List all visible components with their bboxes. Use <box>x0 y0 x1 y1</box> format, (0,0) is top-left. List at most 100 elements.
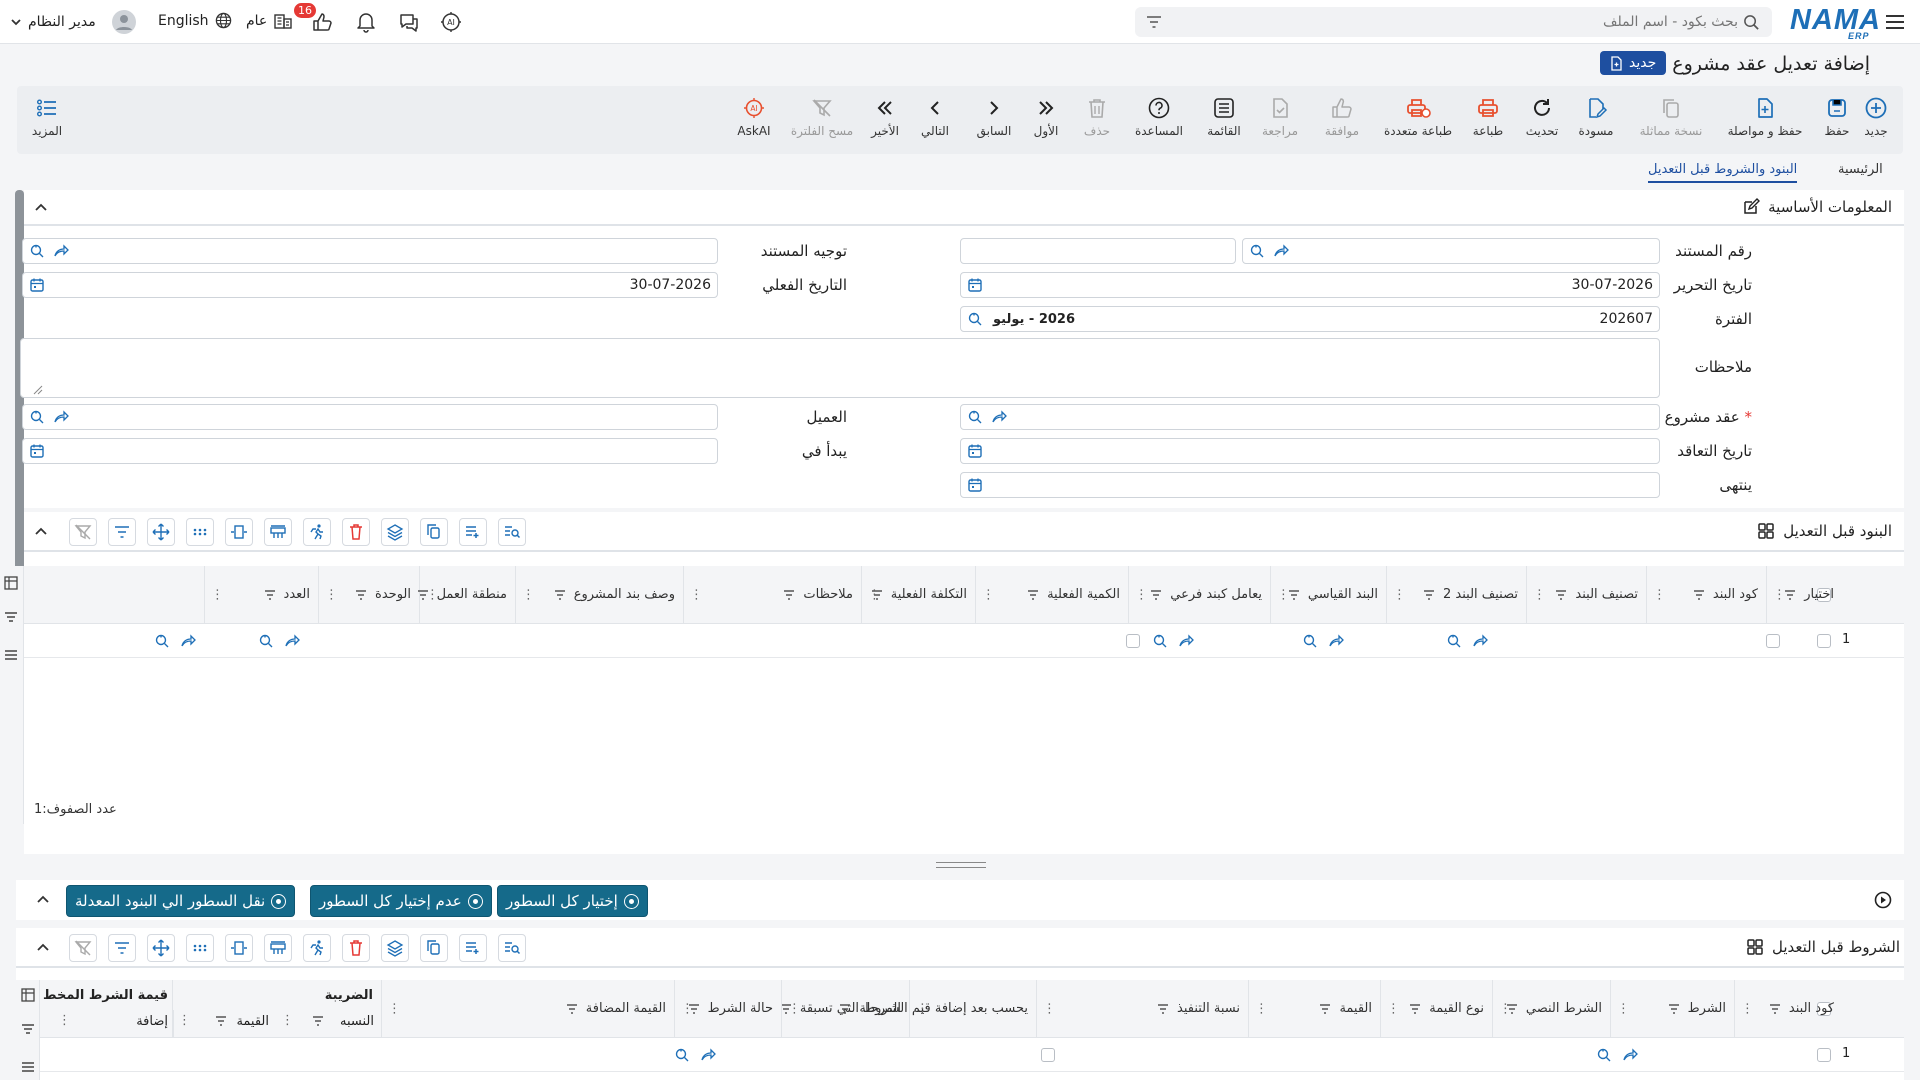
filter-lines-button[interactable] <box>108 934 136 962</box>
menu-lines-icon[interactable] <box>21 1060 35 1074</box>
column-menu-icon[interactable]: ⋮ <box>325 587 338 602</box>
search-plus-icon[interactable] <box>29 243 45 259</box>
last-record-button[interactable]: الأخير <box>863 86 907 154</box>
layers-button[interactable] <box>381 518 409 546</box>
column-menu-icon[interactable]: ⋮ <box>1499 1001 1512 1016</box>
column-menu-icon[interactable]: ⋮ <box>1393 587 1406 602</box>
filter-icon[interactable] <box>1784 589 1796 600</box>
items-column-7[interactable]: التكلفة الفعلية ⋮ <box>861 566 975 623</box>
doc-number-extra-field[interactable] <box>960 238 1236 264</box>
column-menu-icon[interactable]: ⋮ <box>58 1013 71 1028</box>
save-button[interactable]: حفظ <box>1817 86 1857 154</box>
user-menu[interactable]: مدير النظام <box>10 10 136 34</box>
filter-icon[interactable] <box>1157 1003 1169 1014</box>
table-insert-button[interactable] <box>264 518 292 546</box>
search-list-button[interactable] <box>498 518 526 546</box>
ask-ai-button[interactable]: AI AskAI <box>729 86 779 154</box>
doc-number-field[interactable] <box>1242 238 1660 264</box>
edit-date-field[interactable]: 30-07-2026 <box>960 272 1660 298</box>
move-lines-button[interactable]: نقل السطور الي البنود المعدلة <box>66 885 296 917</box>
filter-lines-icon[interactable] <box>1145 14 1163 30</box>
approve-button[interactable]: موافقة <box>1312 86 1372 154</box>
share-arrow-icon[interactable] <box>1328 633 1344 649</box>
column-menu-icon[interactable]: ⋮ <box>1135 587 1148 602</box>
duplicate-button[interactable]: نسخة مماثلة <box>1629 86 1713 154</box>
column-menu-icon[interactable]: ⋮ <box>1533 587 1546 602</box>
filter-icon[interactable] <box>1693 589 1705 600</box>
runner-button[interactable] <box>303 934 331 962</box>
filter-icon[interactable] <box>1409 1003 1421 1014</box>
dots-grid-button[interactable] <box>186 518 214 546</box>
refresh-button[interactable]: تحديث <box>1517 86 1567 154</box>
search-icon[interactable] <box>1743 14 1760 31</box>
clear-filter-button[interactable]: مسح الفلترة <box>787 86 857 154</box>
items-column-3[interactable]: تصنيف البند 2 ⋮ <box>1386 566 1526 623</box>
layers-button[interactable] <box>381 934 409 962</box>
row-checkbox[interactable] <box>1817 1048 1831 1062</box>
share-arrow-icon[interactable] <box>1178 633 1194 649</box>
ai-assistant-button[interactable]: AI <box>439 10 463 38</box>
conditions-column-2[interactable]: الشرط النصي ⋮ <box>1492 980 1610 1037</box>
play-circle-icon[interactable] <box>1874 891 1892 909</box>
nama-erp-logo[interactable]: NAMA ERP <box>1790 4 1881 41</box>
filter-lines-button[interactable] <box>108 518 136 546</box>
items-column-9[interactable]: وصف بند المشروع ⋮ <box>515 566 683 623</box>
items-column-0[interactable]: اختيار ⋮ <box>1766 566 1842 623</box>
search-plus-icon[interactable] <box>1249 243 1265 259</box>
filter-icon[interactable] <box>1668 1003 1680 1014</box>
notes-textarea[interactable] <box>20 338 1660 398</box>
column-menu-icon[interactable]: ⋮ <box>178 1013 191 1028</box>
search-plus-icon[interactable] <box>1446 633 1462 649</box>
conditions-column-8[interactable]: حالة الشرط ⋮ <box>674 980 781 1037</box>
list-add-button[interactable] <box>459 934 487 962</box>
trash-button[interactable] <box>342 934 370 962</box>
search-plus-icon[interactable] <box>967 409 983 425</box>
filter-off-button[interactable] <box>69 934 97 962</box>
collapse-chevron-icon[interactable] <box>34 525 48 539</box>
column-menu-icon[interactable]: ⋮ <box>1741 1001 1754 1016</box>
menu-lines-icon[interactable] <box>4 648 18 662</box>
table-row[interactable]: 1 <box>24 624 1904 658</box>
add-column[interactable]: إضافة ⋮ <box>40 1010 172 1038</box>
column-menu-icon[interactable]: ⋮ <box>690 587 703 602</box>
subitem-checkbox[interactable] <box>1126 634 1140 648</box>
copy-button[interactable] <box>420 518 448 546</box>
filter-off-button[interactable] <box>69 518 97 546</box>
contract-date-field[interactable] <box>960 438 1660 464</box>
filter-icon[interactable] <box>1319 1003 1331 1014</box>
tab-terms-before-edit[interactable]: البنود والشروط قبل التعديل <box>1648 162 1798 183</box>
search-plus-icon[interactable] <box>967 311 983 327</box>
actual-date-field[interactable]: 30-07-2026 <box>22 272 718 298</box>
filter-icon[interactable] <box>1769 1003 1781 1014</box>
calendar-icon[interactable] <box>29 443 45 459</box>
first-record-button[interactable]: الأول <box>1024 86 1068 154</box>
conditions-column-6[interactable]: يحسب بعد إضافة قيم الشروط التي تسبقة ⋮ <box>780 980 1036 1037</box>
filter-icon[interactable] <box>215 1016 227 1026</box>
column-menu-icon[interactable]: ⋮ <box>982 587 995 602</box>
filter-icon[interactable] <box>839 1003 851 1014</box>
delete-button[interactable]: حذف <box>1075 86 1119 154</box>
collapse-chevron-icon[interactable] <box>34 201 48 215</box>
column-menu-icon[interactable]: ⋮ <box>388 1001 401 1016</box>
share-arrow-icon[interactable] <box>180 633 196 649</box>
dots-grid-button[interactable] <box>186 934 214 962</box>
resize-handle-icon[interactable] <box>33 385 43 395</box>
period-field[interactable]: 202607 2026 - يوليو <box>960 306 1660 332</box>
calc-after-checkbox[interactable] <box>1041 1048 1055 1062</box>
resize-splitter[interactable] <box>936 862 986 868</box>
column-menu-icon[interactable]: ⋮ <box>522 587 535 602</box>
table-icon[interactable] <box>21 988 35 1002</box>
column-menu-icon[interactable]: ⋮ <box>788 1001 801 1016</box>
items-column-10[interactable]: منطقة العمل ⋮ <box>417 566 515 623</box>
collapse-chevron-icon[interactable] <box>36 893 50 907</box>
language-switch[interactable]: English <box>158 12 232 29</box>
filter-icon[interactable] <box>1027 589 1039 600</box>
list-add-button[interactable] <box>459 518 487 546</box>
search-list-button[interactable] <box>498 934 526 962</box>
column-menu-icon[interactable]: ⋮ <box>1617 1001 1630 1016</box>
filter-icon[interactable] <box>566 1003 578 1014</box>
customer-field[interactable] <box>22 404 718 430</box>
filter-lines-icon[interactable] <box>4 610 18 624</box>
next-record-button[interactable]: التالي <box>912 86 958 154</box>
column-width-button[interactable] <box>225 518 253 546</box>
